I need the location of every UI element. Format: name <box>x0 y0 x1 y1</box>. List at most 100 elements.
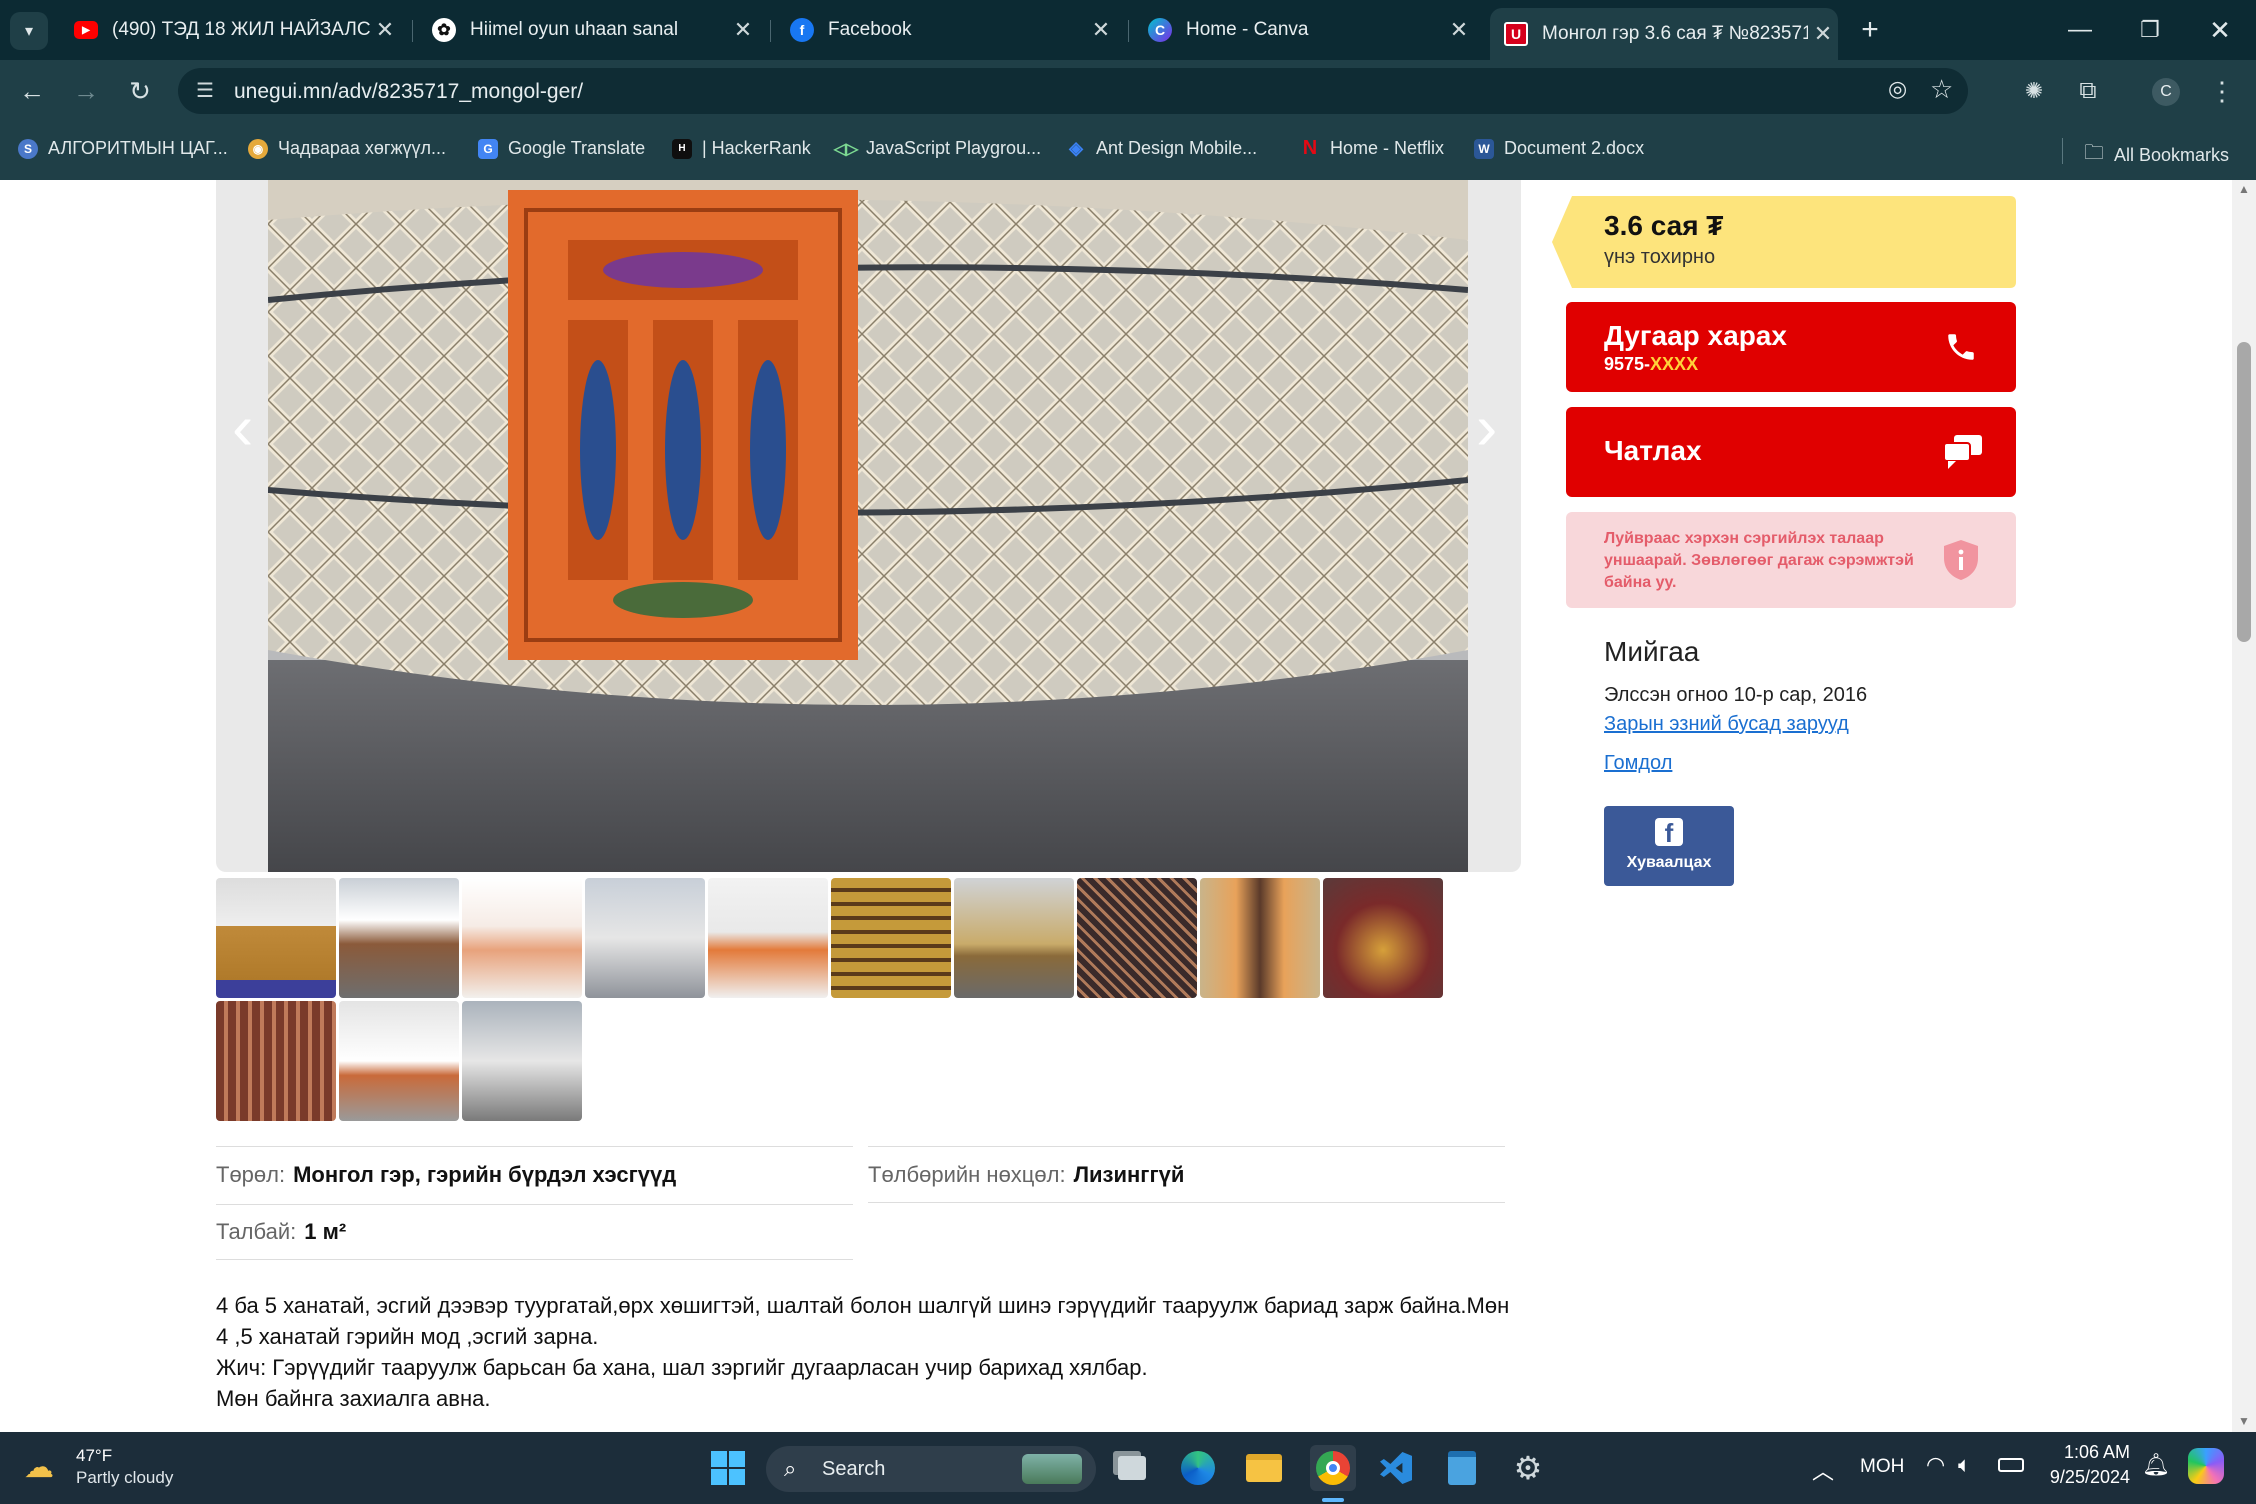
notepad-icon[interactable] <box>1442 1448 1482 1488</box>
site-info-icon[interactable]: ☰ <box>196 78 214 103</box>
show-phone-button[interactable]: Дугаар харах 9575-XXXX <box>1566 302 2016 392</box>
attribute-payment: Төлбөрийн нөхцөл: Лизинггүй <box>868 1146 1505 1202</box>
bookmark-label: Google Translate <box>508 138 646 158</box>
tab-youtube[interactable]: ▶ (490) ТЭД 18 ЖИЛ НАЙЗАЛСАН ✕ <box>60 8 400 52</box>
thumbnail[interactable] <box>216 878 336 998</box>
thumbnail[interactable] <box>462 878 582 998</box>
next-image-button[interactable]: › <box>1476 390 1497 464</box>
task-view-icon[interactable] <box>1112 1448 1152 1488</box>
new-tab-button[interactable]: + <box>1852 12 1888 48</box>
show-phone-label: Дугаар харах <box>1604 320 1787 351</box>
bookmark-item[interactable]: G Google Translate <box>478 138 645 159</box>
settings-icon[interactable]: ⚙ <box>1508 1448 1548 1488</box>
bookmark-item[interactable]: N Home - Netflix <box>1300 137 1444 159</box>
tab-unegui-active[interactable]: U Монгол гэр 3.6 сая ₮ №8235717 ✕ <box>1490 8 1838 60</box>
thumbnail[interactable] <box>1077 878 1197 998</box>
back-button[interactable]: ← <box>14 73 50 109</box>
facebook-share-button[interactable]: f Хуваалцах <box>1604 806 1734 886</box>
close-icon[interactable]: ✕ <box>370 17 400 43</box>
menu-icon[interactable]: ⋮ <box>2204 73 2240 109</box>
scroll-up-arrow[interactable]: ▲ <box>2238 182 2250 196</box>
copilot-icon[interactable] <box>2188 1448 2224 1484</box>
tab-facebook[interactable]: f Facebook ✕ <box>776 8 1116 52</box>
forward-button[interactable]: → <box>68 73 104 109</box>
bookmark-item[interactable]: W Document 2.docx <box>1474 138 1644 159</box>
scrollbar-thumb[interactable] <box>2237 342 2251 642</box>
thumbnail[interactable] <box>954 878 1074 998</box>
seller-name: Мийгаа <box>1604 636 1700 667</box>
taskbar-search[interactable]: ⌕ Search <box>766 1446 1096 1492</box>
thumbnail[interactable] <box>1323 878 1443 998</box>
close-icon[interactable]: ✕ <box>1086 17 1116 43</box>
clock-date: 9/25/2024 <box>2049 1467 2130 1487</box>
prev-image-button[interactable]: ‹ <box>232 390 253 464</box>
chevron-down-icon: ▾ <box>24 23 34 40</box>
bookmark-label: Ant Design Mobile... <box>1096 138 1258 158</box>
bookmark-item[interactable]: ◉ Чадвараа хөгжүүл... <box>248 138 446 159</box>
thumbnail[interactable] <box>339 1001 459 1121</box>
search-icon: ⌕ <box>784 1456 797 1481</box>
thumbnail[interactable] <box>831 878 951 998</box>
gemini-icon[interactable]: ✺ <box>2016 73 2052 109</box>
page-scrollbar[interactable]: ▲ ▼ <box>2232 180 2256 1432</box>
extensions-icon[interactable]: ⧉ <box>2070 73 2106 109</box>
vscode-icon[interactable] <box>1376 1448 1416 1488</box>
close-icon[interactable]: ✕ <box>1808 21 1838 47</box>
volume-icon[interactable]: 🔈︎ <box>1958 1452 1971 1478</box>
tab-openai[interactable]: ✿ Hiimel oyun uhaan sanal ✕ <box>418 8 758 52</box>
folder-icon: 🗀 <box>2084 142 2104 164</box>
eye-slash-icon[interactable]: ◎ <box>1888 76 1907 102</box>
seller-other-ads-link[interactable]: Зарын эзний бусад зарууд <box>1604 713 2024 736</box>
bookmark-item[interactable]: ◈ Ant Design Mobile... <box>1066 138 1257 159</box>
hackerrank-icon: H <box>672 138 692 159</box>
price-tag: 3.6 сая ₮ үнэ тохирно <box>1552 196 2016 288</box>
bookmark-item[interactable]: S АЛГОРИТМЫН ЦАГ... <box>18 138 228 159</box>
bookmark-item[interactable]: H | HackerRank <box>672 138 811 159</box>
report-link[interactable]: Гомдол <box>1604 752 2024 775</box>
reload-button[interactable]: ↻ <box>122 73 158 109</box>
start-icon[interactable] <box>708 1448 748 1488</box>
bookmark-label: Чадвараа хөгжүүл... <box>278 138 447 158</box>
seller-info: Мийгаа Элссэн огноо 10-р сар, 2016 Зарын… <box>1604 636 2024 775</box>
notification-bell-icon[interactable]: 🔔︎ <box>2142 1452 2170 1478</box>
chevron-up-icon[interactable]: ︿ <box>1812 1454 1834 1486</box>
weather-widget[interactable]: ☁ 47°F Partly cloudy <box>24 1444 224 1492</box>
thumbnail[interactable] <box>708 878 828 998</box>
main-listing-image[interactable] <box>268 180 1468 872</box>
language-indicator[interactable]: МОН <box>1860 1456 1904 1478</box>
address-bar[interactable]: ☰ unegui.mn/adv/8235717_mongol-ger/ ◎ ☆ <box>178 68 1968 114</box>
thumbnail[interactable] <box>339 878 459 998</box>
avatar[interactable]: C <box>2152 78 2180 106</box>
clock[interactable]: 1:06 AM 9/25/2024 <box>2040 1442 2130 1488</box>
bookmark-label: All Bookmarks <box>2114 144 2230 165</box>
thumbnail[interactable] <box>216 1001 336 1121</box>
minimize-button[interactable]: — <box>2060 10 2100 50</box>
star-icon[interactable]: ☆ <box>1930 74 1953 105</box>
facebook-icon: f <box>790 18 814 42</box>
windows-logo <box>711 1451 745 1485</box>
tab-search-button[interactable]: ▾ <box>10 12 48 50</box>
search-highlight-icon <box>1022 1454 1082 1484</box>
close-icon[interactable]: ✕ <box>1444 17 1474 43</box>
tab-canva[interactable]: C Home - Canva ✕ <box>1134 8 1474 52</box>
tab-title: Hiimel oyun uhaan sanal <box>470 19 679 40</box>
bookmark-item[interactable]: ◁▷ JavaScript Playgrou... <box>834 138 1041 159</box>
attribute-value: Лизинггүй <box>1073 1161 1185 1187</box>
thumbnail[interactable] <box>1200 878 1320 998</box>
thumbnail[interactable] <box>585 878 705 998</box>
all-bookmarks-button[interactable]: 🗀 All Bookmarks <box>2084 138 2229 172</box>
restore-button[interactable]: ❐ <box>2130 10 2170 50</box>
close-window-button[interactable]: ✕ <box>2200 10 2240 50</box>
description-paragraph: 4 ба 5 ханатай, эсгий дээвэр туургатай,ө… <box>216 1293 1510 1349</box>
battery-icon[interactable] <box>1998 1458 2024 1472</box>
fraud-warning[interactable]: Луйвраас хэрхэн сэргийлэх талаар уншаара… <box>1566 512 2016 608</box>
file-explorer-icon[interactable] <box>1244 1448 1284 1488</box>
edge-icon[interactable] <box>1178 1448 1218 1488</box>
chat-button[interactable]: Чатлах <box>1566 407 2016 497</box>
thumbnail[interactable] <box>462 1001 582 1121</box>
close-icon[interactable]: ✕ <box>728 17 758 43</box>
tab-title: Монгол гэр 3.6 сая ₮ №8235717 <box>1542 23 1808 44</box>
wifi-icon[interactable]: ◠ <box>1926 1452 1945 1478</box>
scroll-down-arrow[interactable]: ▼ <box>2238 1414 2250 1428</box>
chrome-icon[interactable] <box>1310 1445 1356 1491</box>
